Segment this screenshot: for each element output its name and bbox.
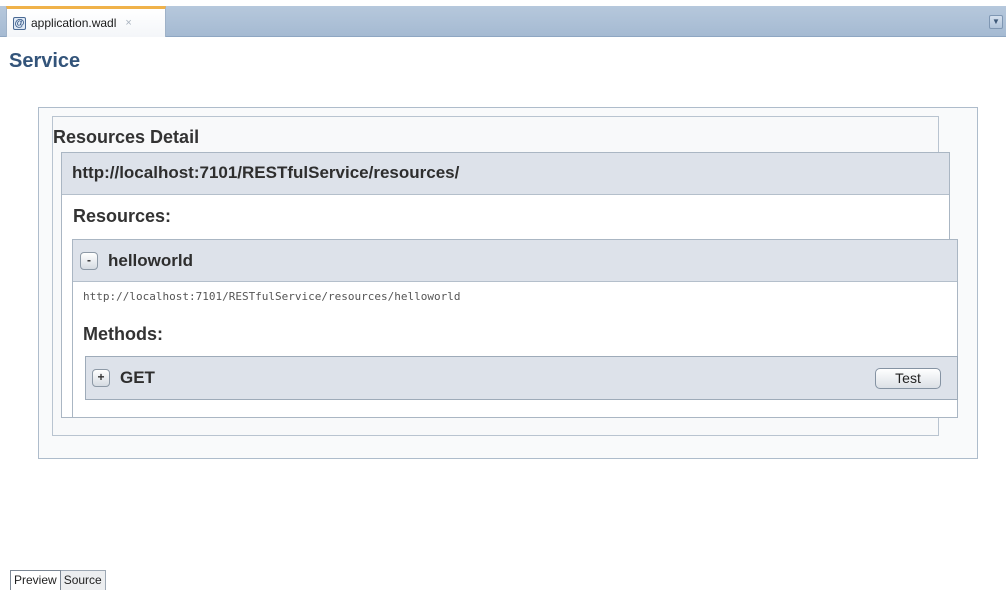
collapse-button[interactable]: - <box>80 251 98 270</box>
base-url-panel: http://localhost:7101/RESTfulService/res… <box>61 152 958 418</box>
resource-name: helloworld <box>108 250 193 270</box>
expand-button[interactable]: + <box>92 369 110 387</box>
chevron-down-icon[interactable]: ▼ <box>989 15 1003 29</box>
methods-label: Methods: <box>83 324 163 344</box>
resource-url: http://localhost:7101/RESTfulService/res… <box>83 290 461 303</box>
tab-preview[interactable]: Preview <box>10 570 61 590</box>
base-url-header: http://localhost:7101/RESTfulService/res… <box>62 153 949 195</box>
resources-detail-title: Resources Detail <box>53 127 200 147</box>
tab-application-wadl[interactable]: @ application.wadl × <box>6 6 166 37</box>
editor-tab-strip: @ application.wadl × ▼ <box>0 6 1006 37</box>
tab-source[interactable]: Source <box>60 570 106 590</box>
close-icon[interactable]: × <box>125 17 131 29</box>
service-panel: Resources Detail http://localhost:7101/R… <box>38 107 978 459</box>
test-button[interactable]: Test <box>875 368 941 389</box>
resources-label: Resources: <box>73 206 172 226</box>
bottom-tab-bar: Preview Source <box>10 569 106 590</box>
page-title: Service <box>9 50 81 72</box>
method-row-get: + GET Test <box>85 356 958 400</box>
resources-detail-panel: Resources Detail http://localhost:7101/R… <box>52 116 958 436</box>
resource-header: - helloworld <box>73 240 957 282</box>
tab-label: application.wadl <box>31 16 117 30</box>
method-name: GET <box>120 368 155 387</box>
resource-panel-helloworld: - helloworld http://localhost:7101/RESTf… <box>72 239 958 418</box>
wadl-file-icon: @ <box>13 16 26 30</box>
